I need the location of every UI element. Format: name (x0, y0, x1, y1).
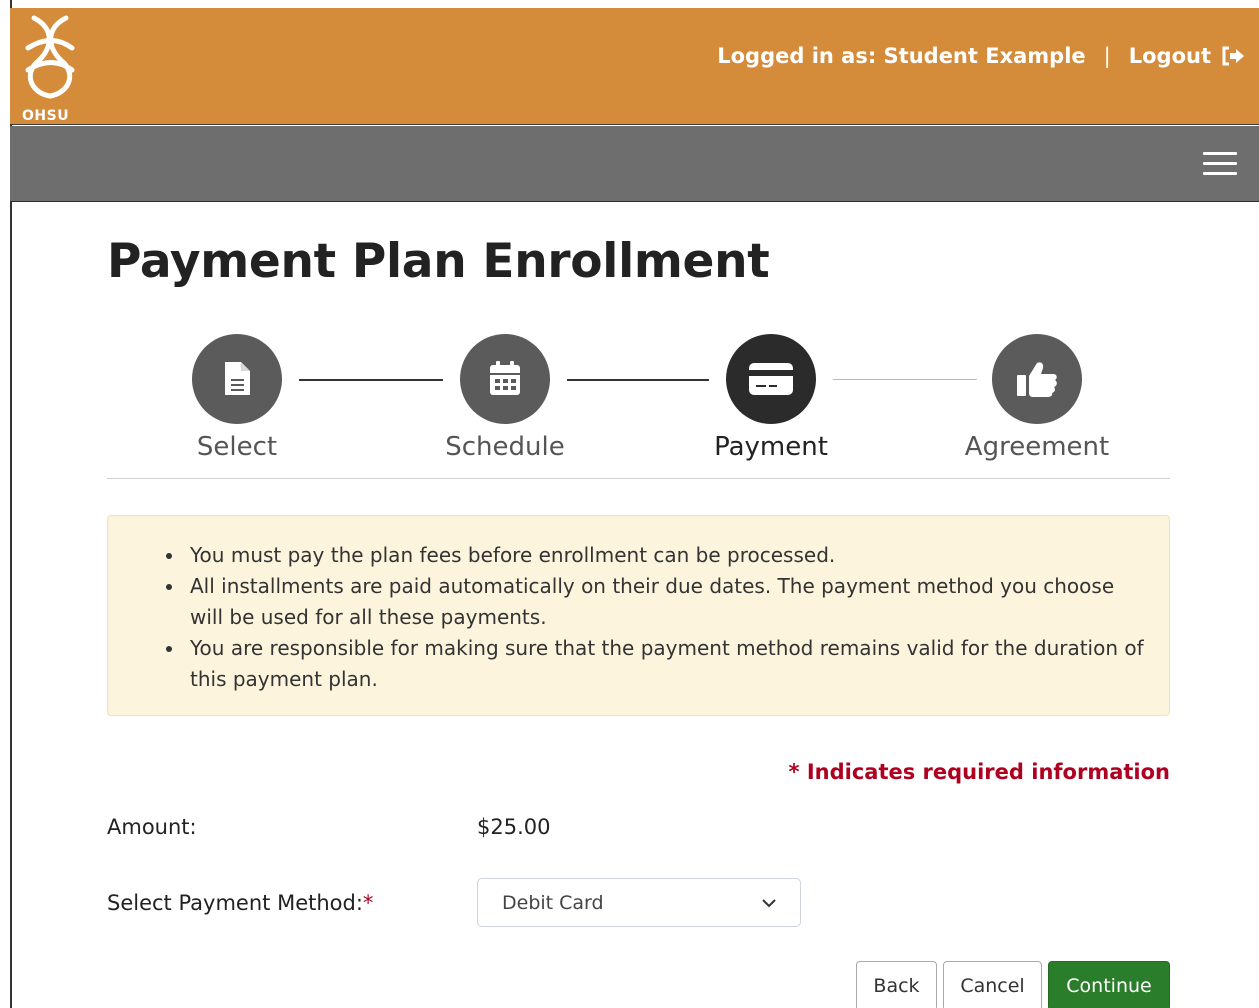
logout-label: Logout (1128, 44, 1211, 68)
enrollment-stepper: Select Schedule Payment Agreement (107, 334, 1170, 479)
notice-item: You must pay the plan fees before enroll… (166, 540, 1149, 571)
required-note: * Indicates required information (788, 760, 1170, 784)
logo-text: OHSU (22, 108, 70, 124)
step-payment-circle (726, 334, 816, 424)
step-schedule: Schedule (405, 334, 605, 462)
payment-method-label: Select Payment Method:* (107, 891, 373, 915)
credit-card-icon (749, 363, 793, 395)
step-payment: Payment (671, 334, 871, 462)
required-marker: * (362, 891, 374, 915)
back-button[interactable]: Back (856, 961, 937, 1008)
logged-in-label: Logged in as: Student Example (717, 44, 1086, 68)
step-agreement-label: Agreement (964, 432, 1110, 462)
payment-notice: You must pay the plan fees before enroll… (107, 515, 1170, 716)
ohsu-logo[interactable]: OHSU (14, 8, 86, 125)
ohsu-logo-icon (25, 15, 75, 99)
notice-list: You must pay the plan fees before enroll… (166, 540, 1149, 695)
header-separator: | (1103, 44, 1111, 68)
menu-toggle-icon[interactable] (1203, 152, 1237, 176)
step-payment-label: Payment (714, 432, 828, 462)
step-select-label: Select (196, 432, 278, 462)
calendar-icon (490, 361, 520, 395)
amount-label: Amount: (107, 815, 197, 839)
document-icon (225, 362, 250, 395)
amount-value: $25.00 (477, 815, 551, 839)
payment-method-label-text: Select Payment Method: (107, 891, 363, 915)
payment-method-value: Debit Card (502, 891, 604, 914)
step-agreement-circle (992, 334, 1082, 424)
continue-button[interactable]: Continue (1048, 961, 1170, 1008)
logout-link[interactable]: Logout (1129, 44, 1245, 68)
step-select-circle (192, 334, 282, 424)
site-header: OHSU Logged in as: Student Example | Log… (10, 8, 1259, 125)
step-schedule-label: Schedule (445, 432, 565, 462)
notice-item: You are responsible for making sure that… (166, 633, 1149, 695)
nav-bar (10, 126, 1259, 202)
chevron-down-icon (762, 898, 776, 907)
step-schedule-circle (460, 334, 550, 424)
logout-icon (1222, 46, 1244, 66)
step-agreement: Agreement (937, 334, 1137, 462)
user-bar: Logged in as: Student Example | Logout (717, 44, 1245, 68)
cancel-button[interactable]: Cancel (943, 961, 1042, 1008)
thumbs-up-icon (1017, 362, 1057, 397)
payment-method-select[interactable]: Debit Card (477, 878, 801, 927)
notice-item: All installments are paid automatically … (166, 571, 1149, 633)
page-title: Payment Plan Enrollment (107, 234, 770, 289)
step-select: Select (137, 334, 337, 462)
